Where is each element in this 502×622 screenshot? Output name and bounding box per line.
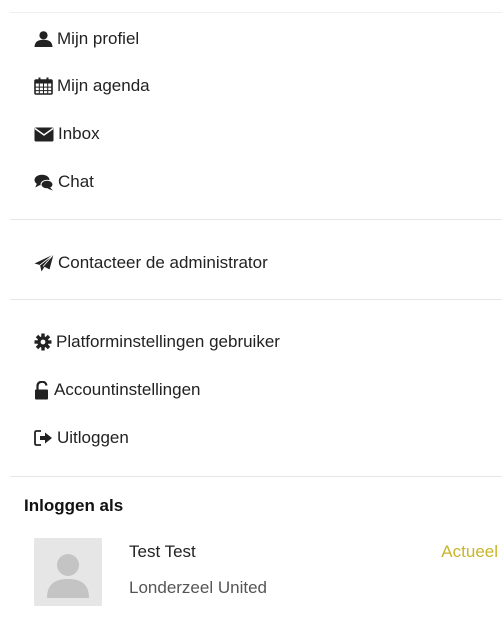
paper-plane-icon — [34, 254, 54, 272]
menu-label-my-profile: Mijn profiel — [57, 29, 140, 48]
menu-label-account-settings: Accountinstellingen — [54, 380, 201, 399]
menu-item-inbox[interactable]: Inbox — [34, 120, 100, 148]
menu-divider — [10, 476, 502, 477]
gear-icon — [34, 333, 52, 351]
sign-out-icon — [34, 430, 53, 446]
calendar-icon — [34, 77, 53, 95]
menu-item-my-profile[interactable]: Mijn profiel — [34, 25, 139, 53]
menu-divider — [10, 299, 502, 300]
user-avatar-icon — [34, 538, 102, 606]
user-organization: Londerzeel United — [129, 578, 267, 597]
menu-item-chat[interactable]: Chat — [34, 168, 94, 196]
user-icon — [34, 31, 53, 47]
avatar[interactable] — [34, 538, 102, 606]
menu-item-logout[interactable]: Uitloggen — [34, 424, 129, 452]
unlock-icon — [34, 380, 50, 400]
user-name[interactable]: Test Test — [129, 542, 196, 562]
menu-label-my-agenda: Mijn agenda — [57, 76, 150, 95]
menu-item-account-settings[interactable]: Accountinstellingen — [34, 376, 200, 404]
menu-item-platform-settings[interactable]: Platforminstellingen gebruiker — [34, 328, 280, 356]
menu-label-logout: Uitloggen — [57, 428, 129, 447]
menu-label-chat: Chat — [58, 172, 94, 191]
menu-label-platform-settings: Platforminstellingen gebruiker — [56, 332, 280, 351]
chat-icon — [34, 174, 54, 191]
login-as-title: Inloggen als — [24, 496, 124, 515]
envelope-icon — [34, 127, 54, 142]
menu-label-inbox: Inbox — [58, 124, 100, 143]
menu-label-contact-admin: Contacteer de administrator — [58, 253, 268, 272]
top-divider — [10, 12, 502, 13]
menu-divider — [10, 219, 502, 220]
menu-item-contact-admin[interactable]: Contacteer de administrator — [34, 249, 268, 277]
menu-item-my-agenda[interactable]: Mijn agenda — [34, 72, 150, 100]
status-badge: Actueel — [441, 542, 498, 561]
